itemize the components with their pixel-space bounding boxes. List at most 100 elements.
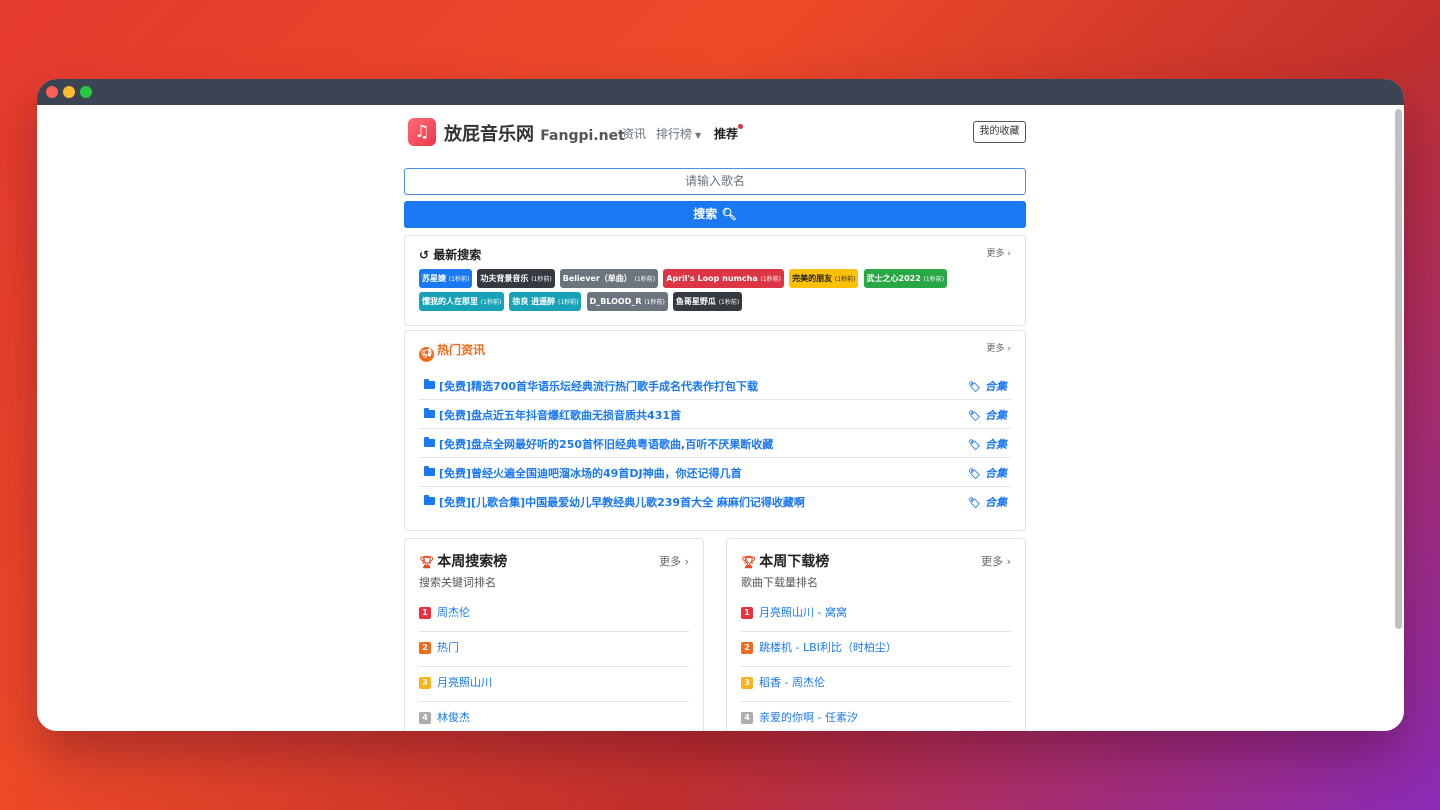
folder-icon bbox=[424, 379, 435, 389]
close-window-button[interactable] bbox=[46, 86, 58, 98]
recent-tag[interactable]: D_BLOOD_R (1秒前) bbox=[586, 292, 668, 311]
tag-icon: 🏷︎ bbox=[968, 469, 981, 480]
rank-item[interactable]: 4 亲爱的你啊 - 任素汐 bbox=[741, 702, 1011, 731]
news-row[interactable]: [免费][儿歌合集]中国最爱幼儿早教经典儿歌239首大全 麻麻们记得收藏啊 🏷︎ 合… bbox=[419, 487, 1011, 516]
tag-name: 鱼哥星野瓜 bbox=[675, 297, 716, 306]
recent-tags: 苏星婕 (1秒前) 功夫背景音乐 (1秒前) Believer（单曲） (1秒前… bbox=[419, 269, 1019, 315]
nav-charts[interactable]: 排行榜 ▼ bbox=[656, 125, 701, 142]
tag-time: (1秒前) bbox=[644, 299, 665, 306]
rank-name[interactable]: 热门 bbox=[437, 639, 459, 655]
rank-item[interactable]: 3 月亮照山川 bbox=[419, 667, 689, 702]
news-row[interactable]: [免费]精选700首华语乐坛经典流行热门歌手成名代表作打包下载 🏷︎ 合集 bbox=[419, 371, 1011, 400]
rank-name[interactable]: 周杰伦 bbox=[437, 604, 470, 620]
weekly-download-more-link[interactable]: 更多 › bbox=[981, 553, 1011, 569]
trophy-icon: 🏆︎ bbox=[419, 555, 435, 569]
rank-name[interactable]: 林俊杰 bbox=[437, 709, 470, 725]
rank-item[interactable]: 1 月亮照山川 - 窝窝 bbox=[741, 597, 1011, 632]
rank-name[interactable]: 月亮照山川 - 窝窝 bbox=[759, 604, 847, 620]
tag-time: (1秒前) bbox=[834, 276, 856, 283]
tag-name: 懂我的人在那里 bbox=[422, 297, 478, 306]
rank-name[interactable]: 稻香 - 周杰伦 bbox=[759, 674, 825, 690]
tag-time: (1秒前) bbox=[760, 276, 782, 283]
tag-time: (1秒前) bbox=[634, 276, 656, 283]
recent-search-card: ↺ 最新搜索 更多 › 苏星婕 (1秒前) 功夫背景音乐 (1秒前) Belie… bbox=[404, 235, 1026, 326]
news-tag[interactable]: 🏷︎ 合集 bbox=[968, 436, 1007, 452]
search-button-label: 搜索 bbox=[693, 207, 718, 221]
recent-tag[interactable]: 鱼哥星野瓜 (1秒前) bbox=[672, 292, 743, 311]
trophy-icon: 🏆︎ bbox=[741, 555, 757, 569]
rank-badge: 2 bbox=[741, 642, 753, 654]
hot-news-card: 📢︎ 热门资讯 更多 › [免费]精选700首华语乐坛经典流行热门歌手成名代表作打… bbox=[404, 330, 1026, 531]
news-link[interactable]: [免费][儿歌合集]中国最爱幼儿早教经典儿歌239首大全 麻麻们记得收藏啊 bbox=[439, 494, 805, 510]
tag-name: 苏星婕 bbox=[422, 274, 446, 283]
weekly-search-title-text: 本周搜索榜 bbox=[437, 554, 508, 570]
search-input[interactable]: 请输入歌名 bbox=[404, 168, 1026, 195]
folder-icon bbox=[424, 495, 435, 505]
weekly-download-card: 🏆︎ 本周下载榜 更多 › 歌曲下载量排名 1 月亮照山川 - 窝窝 2 跳楼机 - … bbox=[726, 538, 1026, 731]
recent-tag[interactable]: 懂我的人在那里 (1秒前) bbox=[419, 292, 505, 311]
recent-tag[interactable]: 功夫背景音乐 (1秒前) bbox=[477, 269, 555, 288]
rank-name[interactable]: 跳楼机 - LBI利比（时柏尘） bbox=[759, 639, 897, 655]
news-tag[interactable]: 🏷︎ 合集 bbox=[968, 407, 1007, 423]
more-label: 更多 bbox=[659, 555, 682, 568]
recent-tag[interactable]: 苏星婕 (1秒前) bbox=[419, 269, 473, 288]
music-note-icon[interactable]: ♫ bbox=[408, 118, 436, 146]
rank-badge: 1 bbox=[741, 607, 753, 619]
folder-icon bbox=[424, 466, 435, 476]
news-link[interactable]: [免费]精选700首华语乐坛经典流行热门歌手成名代表作打包下载 bbox=[439, 378, 758, 394]
megaphone-icon: 📢︎ bbox=[419, 347, 434, 362]
recent-tag[interactable]: 完美的朋友 (1秒前) bbox=[789, 269, 859, 288]
recent-more-link[interactable]: 更多 › bbox=[987, 246, 1011, 259]
rank-name[interactable]: 亲爱的你啊 - 任素汐 bbox=[759, 709, 858, 725]
news-tag[interactable]: 🏷︎ 合集 bbox=[968, 494, 1007, 510]
tag-time: (1秒前) bbox=[480, 299, 502, 306]
rank-name[interactable]: 月亮照山川 bbox=[437, 674, 492, 690]
brand-name-en: Fangpi.net bbox=[540, 128, 625, 144]
more-label: 更多 bbox=[986, 344, 1005, 354]
my-favorites-button[interactable]: 我的收藏 bbox=[973, 121, 1026, 143]
rank-badge: 3 bbox=[419, 677, 431, 689]
folder-icon bbox=[424, 437, 435, 447]
rank-item[interactable]: 3 稻香 - 周杰伦 bbox=[741, 667, 1011, 702]
news-link[interactable]: [免费]曾经火遍全国迪吧溜冰场的49首DJ神曲，你还记得几首 bbox=[439, 465, 742, 481]
more-label: 更多 bbox=[981, 555, 1004, 568]
recent-search-title: ↺ 最新搜索 bbox=[419, 246, 481, 263]
news-tag-label: 合集 bbox=[985, 409, 1007, 422]
news-link[interactable]: [免费]盘点全网最好听的250首怀旧经典粤语歌曲,百听不厌果断收藏 bbox=[439, 436, 773, 452]
news-tag-label: 合集 bbox=[985, 380, 1007, 393]
news-tag[interactable]: 🏷︎ 合集 bbox=[968, 378, 1007, 394]
brand-name-cn: 放屁音乐网 bbox=[444, 124, 534, 145]
recent-tag[interactable]: April's Loop numcha (1秒前) bbox=[663, 269, 785, 288]
notification-dot bbox=[738, 124, 743, 129]
news-tag-label: 合集 bbox=[985, 467, 1007, 480]
tag-name: 武士之心2022 bbox=[866, 274, 921, 283]
news-tag[interactable]: 🏷︎ 合集 bbox=[968, 465, 1007, 481]
weekly-search-more-link[interactable]: 更多 › bbox=[659, 553, 689, 569]
rank-item[interactable]: 4 林俊杰 bbox=[419, 702, 689, 731]
rank-item[interactable]: 2 热门 bbox=[419, 632, 689, 667]
maximize-window-button[interactable] bbox=[80, 86, 92, 98]
news-row[interactable]: [免费]曾经火遍全国迪吧溜冰场的49首DJ神曲，你还记得几首 🏷︎ 合集 bbox=[419, 458, 1011, 487]
browser-window: ♫ 放屁音乐网 Fangpi.net 资讯 排行榜 ▼ 推荐 我的收藏 请输入歌名… bbox=[37, 79, 1404, 731]
nav-recommend[interactable]: 推荐 bbox=[714, 125, 738, 142]
news-row[interactable]: [免费]盘点近五年抖音爆红歌曲无损音质共431首 🏷︎ 合集 bbox=[419, 400, 1011, 429]
recent-tag[interactable]: 徐良 逍遥醉 (1秒前) bbox=[509, 292, 582, 311]
rank-item[interactable]: 1 周杰伦 bbox=[419, 597, 689, 632]
recent-tag[interactable]: 武士之心2022 (1秒前) bbox=[863, 269, 948, 288]
minimize-window-button[interactable] bbox=[63, 86, 75, 98]
scrollbar[interactable] bbox=[1395, 109, 1402, 629]
weekly-search-subtitle: 搜索关键词排名 bbox=[419, 576, 496, 589]
title-bar bbox=[37, 79, 1404, 105]
search-button[interactable]: 搜索 🔍︎ bbox=[404, 201, 1026, 228]
news-row[interactable]: [免费]盘点全网最好听的250首怀旧经典粤语歌曲,百听不厌果断收藏 🏷︎ 合集 bbox=[419, 429, 1011, 458]
hot-more-link[interactable]: 更多 › bbox=[987, 341, 1011, 354]
weekly-download-title: 🏆︎ 本周下载榜 bbox=[741, 551, 829, 571]
news-link[interactable]: [免费]盘点近五年抖音爆红歌曲无损音质共431首 bbox=[439, 407, 681, 423]
site-brand[interactable]: 放屁音乐网 Fangpi.net bbox=[444, 120, 625, 146]
nav-news[interactable]: 资讯 bbox=[622, 125, 646, 142]
tag-icon: 🏷︎ bbox=[968, 498, 981, 509]
tag-name: D_BLOOD_R bbox=[589, 297, 642, 306]
recent-title-text: 最新搜索 bbox=[433, 248, 482, 262]
recent-tag[interactable]: Believer（单曲） (1秒前) bbox=[559, 269, 659, 288]
rank-item[interactable]: 2 跳楼机 - LBI利比（时柏尘） bbox=[741, 632, 1011, 667]
